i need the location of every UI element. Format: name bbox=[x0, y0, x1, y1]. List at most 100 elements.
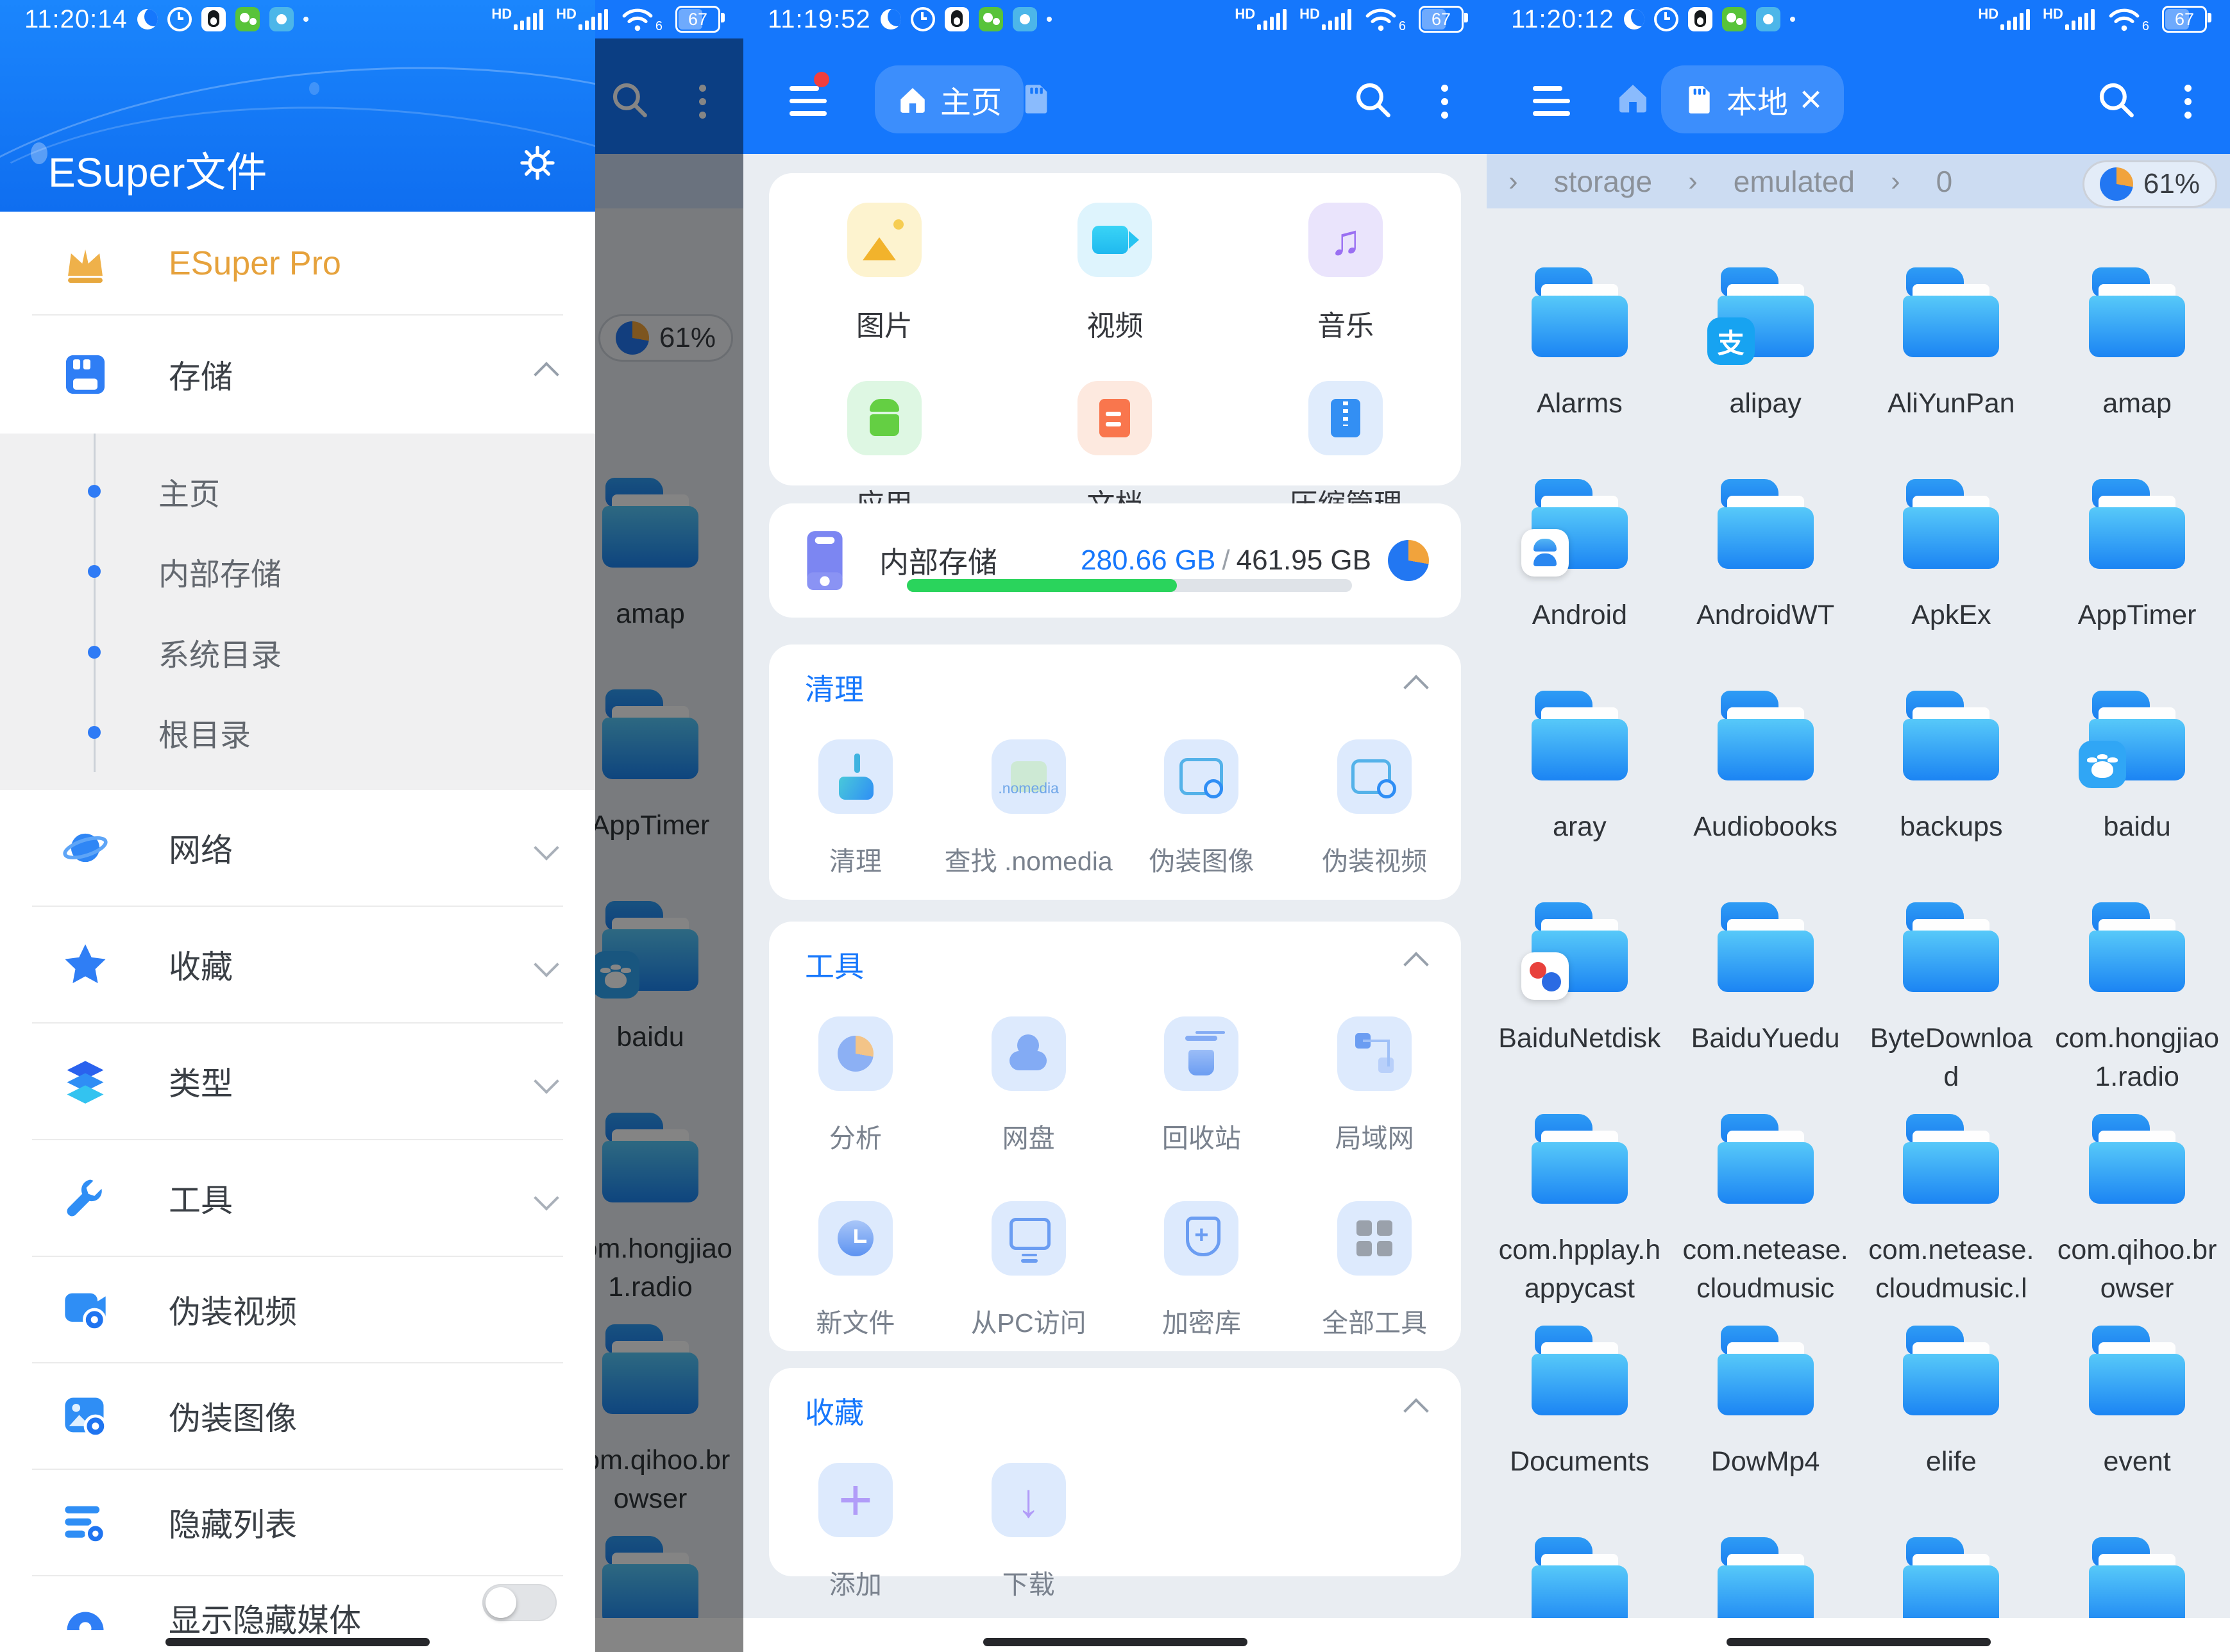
hamburger-menu-icon[interactable] bbox=[1533, 78, 1570, 124]
folder-item[interactable]: AndroidWT bbox=[1676, 479, 1855, 691]
cleanup-item[interactable]: .nomedia 查找 .nomedia bbox=[945, 739, 1113, 878]
folder-item[interactable]: baidu bbox=[595, 901, 740, 1056]
sidebar-item-tools[interactable]: 工具 bbox=[0, 1140, 595, 1256]
folder-item[interactable]: amap bbox=[595, 478, 740, 633]
category-item[interactable]: 音乐 bbox=[1308, 203, 1383, 344]
breadcrumb-0[interactable]: 0 bbox=[1936, 164, 1953, 199]
folder-item[interactable]: Alarms bbox=[1490, 267, 1669, 479]
category-item[interactable]: 视频 bbox=[1077, 203, 1152, 344]
tool-item[interactable]: 全部工具 bbox=[1322, 1201, 1427, 1340]
search-icon[interactable] bbox=[608, 78, 650, 121]
tab-home[interactable]: 主页 bbox=[875, 65, 1024, 133]
folder-item[interactable]: AppTimer bbox=[2047, 479, 2227, 691]
folder-item[interactable]: com.netease.cloudmusic.l bbox=[1861, 1114, 2041, 1326]
folder-item[interactable]: baidu bbox=[2047, 691, 2227, 902]
chevron-up-icon[interactable] bbox=[1403, 952, 1429, 977]
category-item[interactable]: 应用 bbox=[847, 381, 922, 522]
category-label: 视频 bbox=[1086, 303, 1143, 344]
hamburger-menu-icon[interactable] bbox=[790, 78, 827, 124]
more-menu-icon[interactable] bbox=[699, 78, 707, 125]
folder-item[interactable]: aray bbox=[1490, 691, 1669, 902]
tool-item[interactable]: 网盘 bbox=[992, 1016, 1066, 1155]
sidebar-item-esuper-pro[interactable]: ESuper Pro bbox=[0, 213, 595, 314]
more-menu-icon[interactable] bbox=[1441, 78, 1449, 125]
category-item[interactable]: 文档 bbox=[1077, 381, 1152, 522]
sidebar-item-types[interactable]: 类型 bbox=[0, 1024, 595, 1139]
chevron-up-icon[interactable] bbox=[1403, 675, 1429, 700]
folder-item[interactable]: AliYunPan bbox=[1861, 267, 2041, 479]
cleanup-item[interactable]: 伪装视频 bbox=[1322, 739, 1427, 878]
sidebar-item-storage[interactable]: 存储 bbox=[0, 316, 595, 434]
folder-item[interactable]: com.qihoo.browser bbox=[2047, 1114, 2227, 1326]
folder-item[interactable]: ByteDownload bbox=[1861, 902, 2041, 1114]
category-item[interactable]: 图片 bbox=[847, 203, 922, 344]
cleanup-item[interactable]: 清理 bbox=[818, 739, 893, 878]
folder-item[interactable]: Audiobooks bbox=[1676, 691, 1855, 902]
tool-item[interactable]: 局域网 bbox=[1335, 1016, 1414, 1155]
folder-item[interactable]: com.hongjiao1.radio bbox=[595, 1113, 740, 1306]
home-ghost-icon[interactable] bbox=[1615, 80, 1651, 115]
folder-item[interactable]: event bbox=[2047, 1326, 2227, 1537]
folder-item[interactable]: com.hongjiao1.radio bbox=[2047, 902, 2227, 1114]
sidebar-subitem-system-directory[interactable]: 系统目录 bbox=[0, 630, 595, 675]
gesture-handle[interactable] bbox=[1727, 1638, 1991, 1646]
sidebar-item-disguised-video[interactable]: 伪装视频 bbox=[0, 1257, 595, 1362]
cleanup-item[interactable]: 伪装图像 bbox=[1149, 739, 1254, 878]
tool-item[interactable]: 分析 bbox=[818, 1016, 893, 1155]
folder-item[interactable]: amap bbox=[2047, 267, 2227, 479]
folder-item[interactable]: com.netease.cloudmusic bbox=[1676, 1114, 1855, 1326]
folder-item[interactable]: alipay bbox=[1676, 267, 1855, 479]
pie-chart-icon[interactable] bbox=[1388, 540, 1429, 581]
gesture-handle[interactable] bbox=[165, 1638, 430, 1646]
close-icon[interactable] bbox=[1800, 80, 1822, 119]
folder-item[interactable] bbox=[1861, 1537, 2041, 1618]
folder-item[interactable]: DowMp4 bbox=[1676, 1326, 1855, 1537]
chevron-up-icon[interactable] bbox=[1403, 1398, 1429, 1424]
more-menu-icon[interactable] bbox=[2184, 78, 2192, 125]
sidebar-subitem-internal-storage[interactable]: 内部存储 bbox=[0, 549, 595, 594]
folder-item[interactable] bbox=[1490, 1537, 1669, 1618]
category-item[interactable]: 压缩管理 bbox=[1289, 381, 1402, 522]
folder-item[interactable] bbox=[2047, 1537, 2227, 1618]
gear-icon[interactable] bbox=[517, 142, 558, 183]
folder-item[interactable] bbox=[1676, 1537, 1855, 1618]
folder-item[interactable]: com.qihoo.browser bbox=[595, 1324, 740, 1518]
tool-item[interactable]: 加密库 bbox=[1162, 1201, 1241, 1340]
storage-usage-badge[interactable]: 61% bbox=[598, 314, 733, 362]
folder-item[interactable]: Documents bbox=[1490, 1326, 1669, 1537]
chevron-down-icon[interactable] bbox=[534, 1068, 559, 1094]
storage-usage-badge[interactable]: 61% bbox=[2082, 160, 2217, 208]
folder-item[interactable]: ApkEx bbox=[1861, 479, 2041, 691]
folder-icon bbox=[602, 1324, 698, 1414]
folder-item[interactable]: AppTimer bbox=[595, 689, 740, 845]
sidebar-item-disguised-image[interactable]: 伪装图像 bbox=[0, 1363, 595, 1469]
sidebar-item-hidden-list[interactable]: 隐藏列表 bbox=[0, 1470, 595, 1575]
sidebar-item-network[interactable]: 网络 bbox=[0, 790, 595, 906]
sidebar-subitem-home[interactable]: 主页 bbox=[0, 469, 595, 514]
tool-item[interactable]: 回收站 bbox=[1162, 1016, 1241, 1155]
breadcrumb-emulated[interactable]: emulated bbox=[1734, 164, 1855, 199]
folder-item[interactable]: BaiduNetdisk bbox=[1490, 902, 1669, 1114]
gesture-handle[interactable] bbox=[983, 1638, 1247, 1646]
tab-local[interactable]: 本地 bbox=[1661, 65, 1844, 133]
search-icon[interactable] bbox=[1351, 78, 1394, 121]
search-icon[interactable] bbox=[2095, 78, 2137, 121]
sidebar-item-favorites[interactable]: 收藏 bbox=[0, 907, 595, 1022]
toggle-off[interactable] bbox=[482, 1584, 557, 1621]
tool-item[interactable]: 从PC访问 bbox=[971, 1201, 1086, 1340]
folder-item[interactable]: elife bbox=[1861, 1326, 2041, 1537]
folder-item[interactable]: com.hpplay.happycast bbox=[1490, 1114, 1669, 1326]
folder-item[interactable]: Android bbox=[1490, 479, 1669, 691]
sidebar-subitem-root-directory[interactable]: 根目录 bbox=[0, 710, 595, 755]
breadcrumb-storage[interactable]: storage bbox=[1554, 164, 1652, 199]
chevron-down-icon[interactable] bbox=[534, 1185, 559, 1211]
tool-item[interactable]: 新文件 bbox=[816, 1201, 895, 1340]
chevron-down-icon[interactable] bbox=[534, 835, 559, 861]
storage-card[interactable]: 内部存储 280.66 GB / 461.95 GB bbox=[769, 503, 1461, 618]
favorite-item[interactable]: 添加 bbox=[818, 1463, 893, 1601]
folder-item[interactable]: backups bbox=[1861, 691, 2041, 902]
chevron-up-icon[interactable] bbox=[534, 362, 559, 387]
favorite-item[interactable]: 下载 bbox=[992, 1463, 1066, 1601]
chevron-down-icon[interactable] bbox=[534, 952, 559, 977]
folder-item[interactable]: BaiduYuedu bbox=[1676, 902, 1855, 1114]
